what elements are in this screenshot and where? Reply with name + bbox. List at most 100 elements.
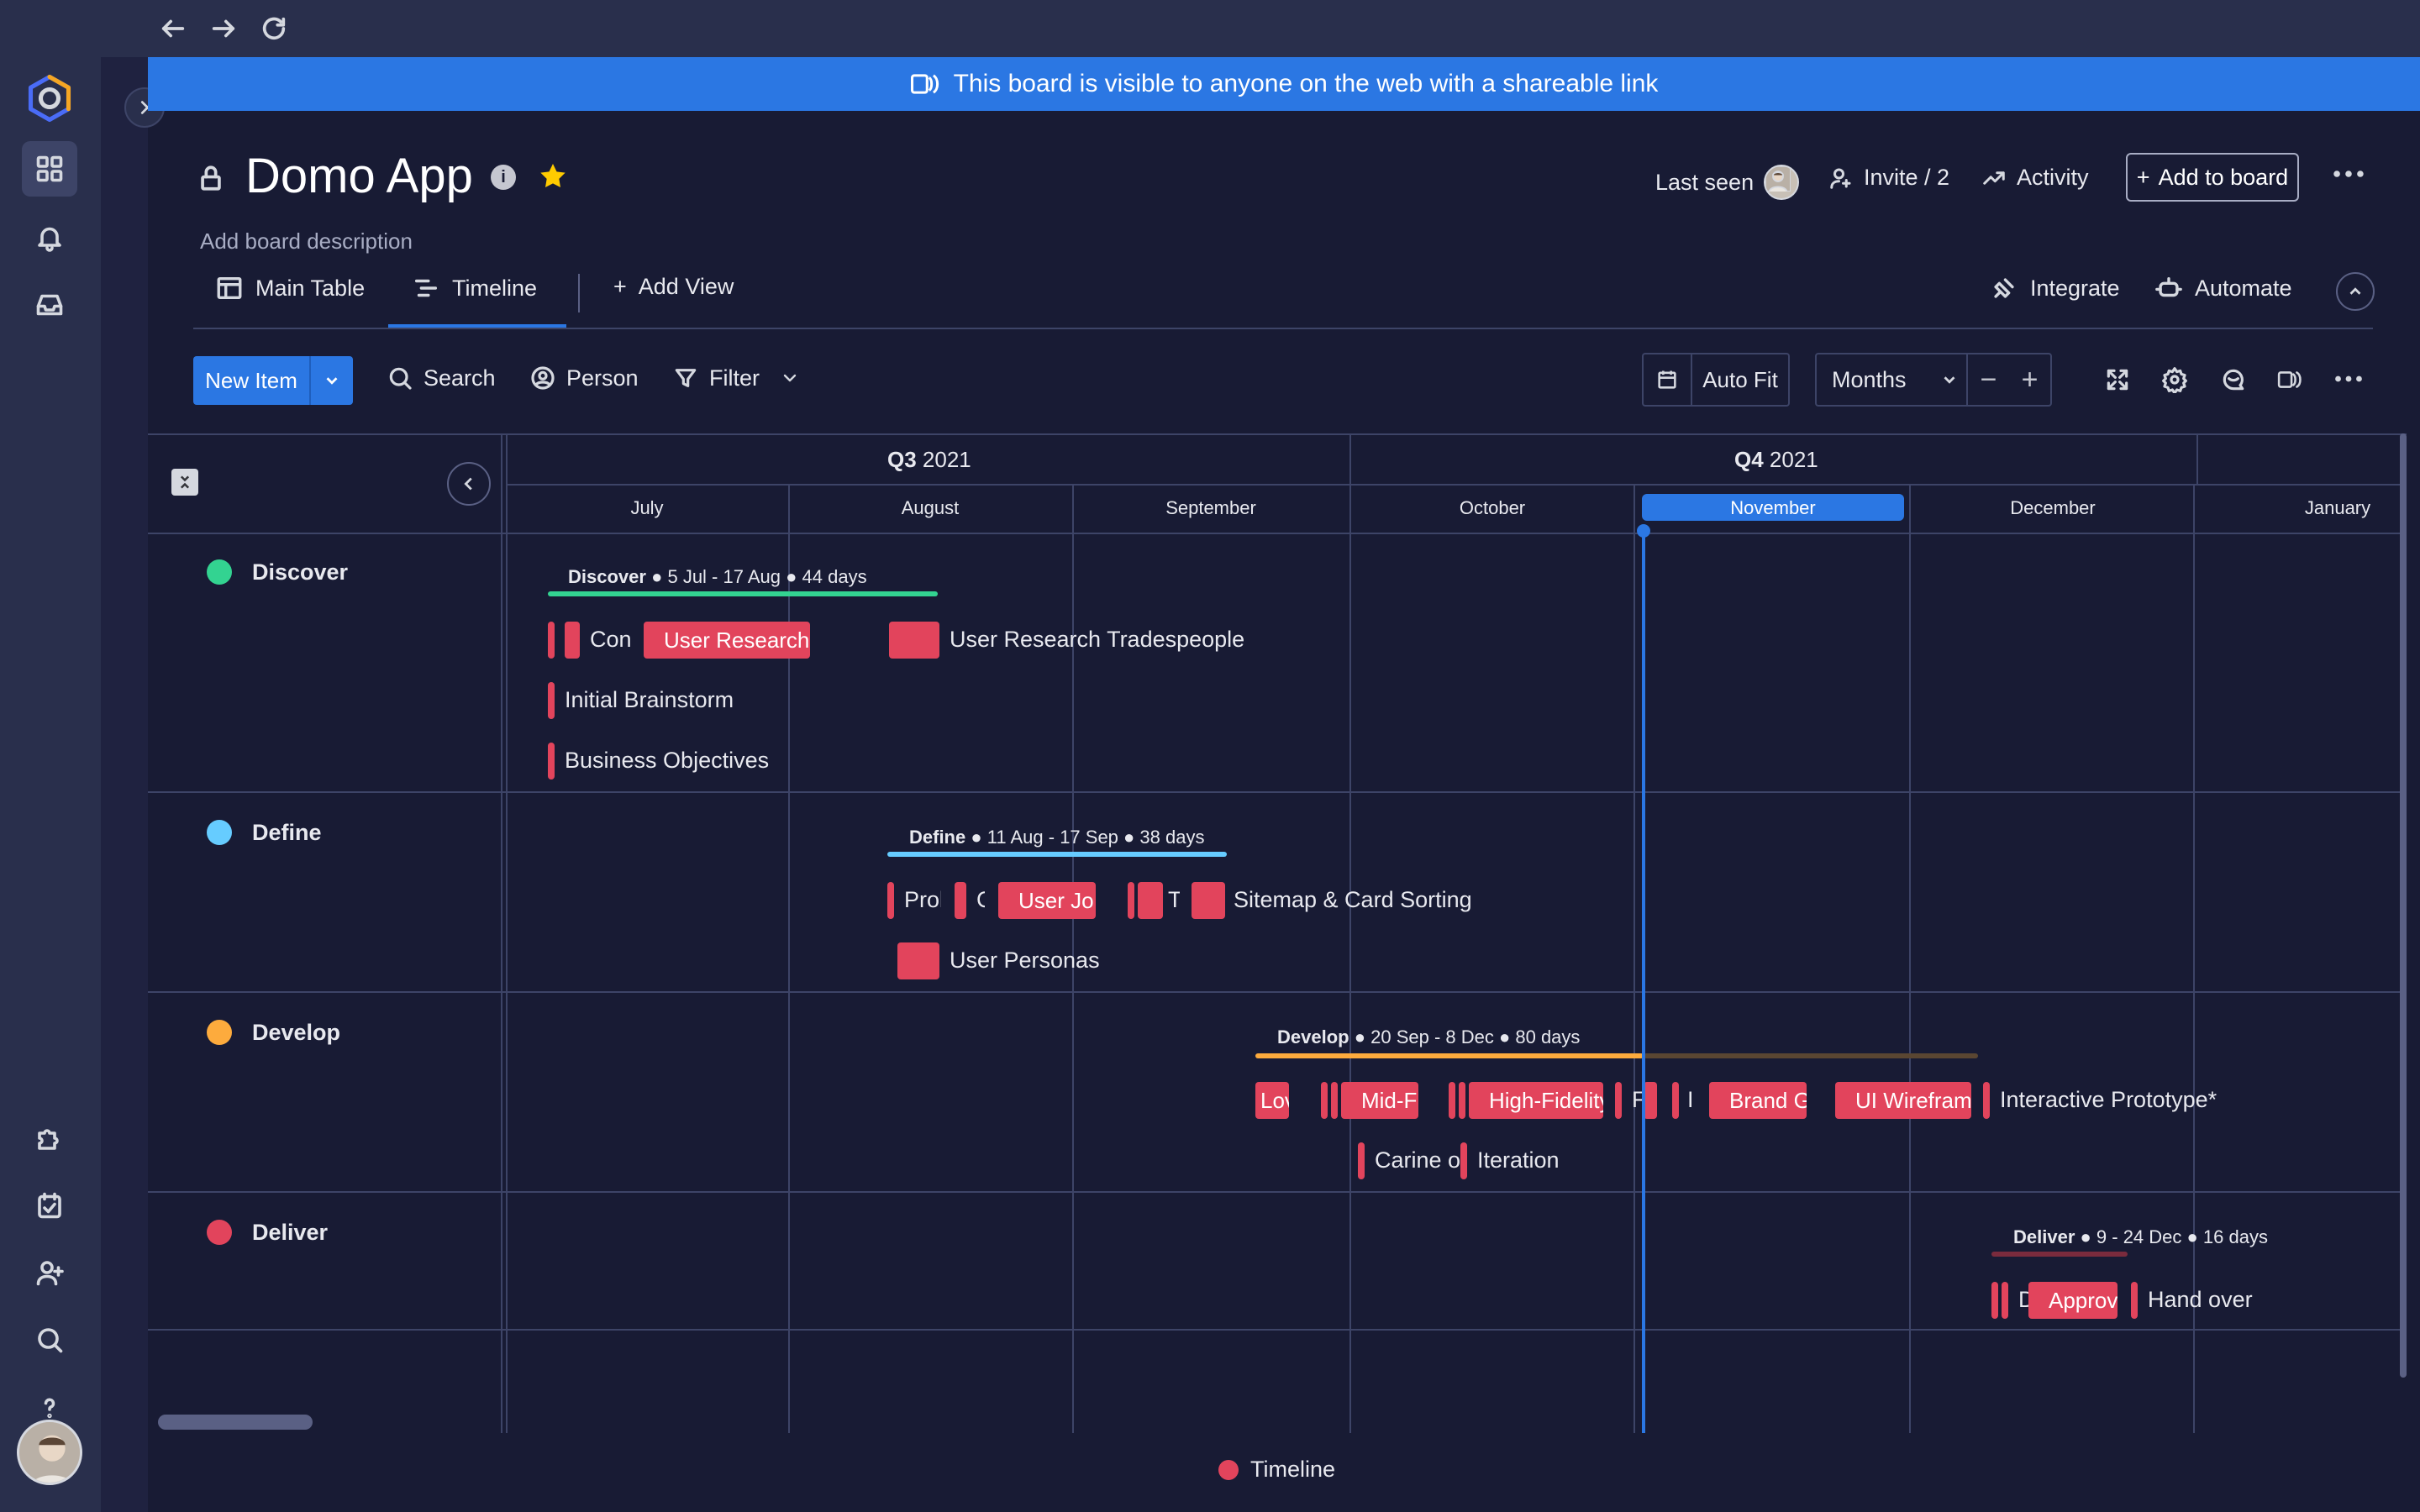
timeline-item-bar[interactable] xyxy=(1449,1082,1455,1119)
timeline-item-bar[interactable]: High-Fidelity xyxy=(1469,1082,1603,1119)
timeline-item-bar[interactable] xyxy=(548,622,555,659)
tab-main-table[interactable]: Main Table xyxy=(215,274,365,302)
integrate-button[interactable]: Integrate xyxy=(1990,274,2120,302)
invite-button[interactable]: Invite / 2 xyxy=(1828,165,1949,191)
new-item-button[interactable]: New Item xyxy=(193,356,353,405)
toolbar-more-icon[interactable] xyxy=(2334,373,2363,389)
search-button[interactable]: Search xyxy=(387,365,496,391)
collapse-header-button[interactable] xyxy=(2336,272,2375,311)
zoom-level-select[interactable]: Months xyxy=(1817,354,1968,405)
timeline-item-bar[interactable] xyxy=(1644,1082,1657,1119)
more-options-icon[interactable] xyxy=(2333,168,2365,184)
timeline-item-label[interactable]: Prol xyxy=(904,887,941,913)
timeline-item-bar[interactable] xyxy=(889,622,939,659)
timeline-item-label[interactable]: Hand over xyxy=(2148,1287,2253,1313)
timeline-item-bar[interactable] xyxy=(1983,1082,1990,1119)
timeline-item-bar[interactable] xyxy=(1192,882,1225,919)
timeline-item-bar[interactable] xyxy=(897,942,939,979)
back-arrow-icon[interactable] xyxy=(156,12,190,45)
person-filter-button[interactable]: Person xyxy=(529,365,639,391)
group-name-define[interactable]: Define xyxy=(252,820,322,846)
timeline-item-bar[interactable]: Mid-Fi xyxy=(1341,1082,1418,1119)
timeline-item-bar[interactable] xyxy=(548,743,555,780)
horizontal-scrollbar[interactable] xyxy=(158,1415,313,1430)
reload-icon[interactable] xyxy=(257,12,291,45)
group-name-develop[interactable]: Develop xyxy=(252,1020,340,1046)
timeline-item-bar[interactable] xyxy=(1138,882,1163,919)
timeline-item-bar[interactable]: User Research Homeo xyxy=(644,622,810,659)
last-seen[interactable]: Last seen xyxy=(1655,165,1800,200)
auto-fit-label[interactable]: Auto Fit xyxy=(1692,354,1788,405)
group-name-discover[interactable]: Discover xyxy=(252,559,348,585)
automate-button[interactable]: Automate xyxy=(2154,274,2292,302)
new-item-dropdown[interactable] xyxy=(311,356,353,405)
timeline-item-label: UI Wirefram xyxy=(1855,1087,1971,1113)
auto-fit-button[interactable]: Auto Fit xyxy=(1642,353,1790,407)
timeline-item-label[interactable]: I xyxy=(1687,1087,1696,1113)
my-work-calendar-icon[interactable] xyxy=(22,1178,77,1233)
vertical-scrollbar[interactable] xyxy=(2400,433,2407,1378)
timeline-item-bar[interactable] xyxy=(1991,1282,1998,1319)
timeline-item-bar[interactable] xyxy=(1331,1082,1338,1119)
calendar-icon[interactable] xyxy=(1644,354,1692,405)
info-icon[interactable]: i xyxy=(491,165,516,190)
timeline-item-bar[interactable] xyxy=(1358,1142,1365,1179)
timeline-item-label[interactable]: Interactive Prototype* xyxy=(2000,1087,2217,1113)
timeline-item-bar[interactable]: Brand G xyxy=(1709,1082,1807,1119)
zoom-out-button[interactable]: − xyxy=(1968,354,2009,405)
timeline-item-bar[interactable] xyxy=(1672,1082,1679,1119)
search-icon[interactable] xyxy=(22,1312,77,1368)
add-view-button[interactable]: + Add View xyxy=(613,274,734,300)
zoom-in-button[interactable]: + xyxy=(2009,354,2050,405)
chat-icon[interactable] xyxy=(2217,363,2250,396)
workspace-grid-icon[interactable] xyxy=(22,141,77,197)
timeline-item-bar[interactable]: Approv xyxy=(2028,1282,2118,1319)
inbox-icon[interactable] xyxy=(22,277,77,333)
timeline-item-bar[interactable] xyxy=(548,682,555,719)
fullscreen-icon[interactable] xyxy=(2101,363,2134,396)
timeline-item-bar[interactable] xyxy=(1321,1082,1328,1119)
filter-button[interactable]: Filter xyxy=(672,365,800,391)
activity-button[interactable]: Activity xyxy=(1981,165,2089,191)
forward-arrow-icon[interactable] xyxy=(207,12,240,45)
timeline-item-bar[interactable] xyxy=(955,882,966,919)
timeline-item-label[interactable]: Initial Brainstorm xyxy=(565,687,734,713)
timeline-item-label[interactable]: T xyxy=(1168,887,1180,913)
timeline-item-label[interactable]: C xyxy=(976,887,985,913)
timeline-item-bar[interactable]: UI Wirefram xyxy=(1835,1082,1971,1119)
board-description[interactable]: Add board description xyxy=(200,228,413,255)
timeline-item-bar[interactable]: Lov xyxy=(1255,1082,1289,1119)
timeline-item-bar[interactable] xyxy=(1460,1142,1467,1179)
chevron-down-icon[interactable] xyxy=(780,368,800,388)
settings-gear-icon[interactable] xyxy=(2158,363,2191,396)
timeline-item-label[interactable]: User Research Tradespeople xyxy=(950,627,1244,653)
group-name-deliver[interactable]: Deliver xyxy=(252,1220,328,1246)
timeline-item-bar[interactable] xyxy=(2002,1282,2008,1319)
timeline-item-bar[interactable] xyxy=(1459,1082,1465,1119)
timeline-item-label[interactable]: Sitemap & Card Sorting xyxy=(1234,887,1472,913)
timeline-item-bar[interactable]: User Jo xyxy=(998,882,1096,919)
puzzle-icon[interactable] xyxy=(22,1110,77,1166)
tab-timeline[interactable]: Timeline xyxy=(412,274,537,302)
share-icon[interactable] xyxy=(2274,363,2307,396)
favorite-star-icon[interactable] xyxy=(536,160,570,197)
timeline-item-bar[interactable] xyxy=(2131,1282,2138,1319)
timeline-item-label[interactable]: Business Objectives xyxy=(565,748,769,774)
invite-member-icon[interactable] xyxy=(22,1245,77,1300)
board-title[interactable]: Domo App xyxy=(245,148,473,204)
timeline-item-bar[interactable] xyxy=(1615,1082,1622,1119)
collapse-all-button[interactable] xyxy=(171,469,198,496)
timeline-item-label[interactable]: Iteration xyxy=(1477,1147,1560,1173)
timeline-item-bar[interactable] xyxy=(887,882,894,919)
timeline-item-bar[interactable] xyxy=(565,622,580,659)
timeline-item-label[interactable]: Carine o xyxy=(1375,1147,1460,1173)
add-to-board-button[interactable]: + Add to board xyxy=(2126,153,2299,202)
new-item-label[interactable]: New Item xyxy=(193,356,311,405)
user-avatar[interactable] xyxy=(17,1420,82,1485)
timeline-item-label[interactable]: Con xyxy=(590,627,632,653)
app-logo-icon[interactable] xyxy=(22,71,77,126)
collapse-group-panel-button[interactable] xyxy=(447,462,491,506)
timeline-item-label[interactable]: User Personas xyxy=(950,948,1100,974)
bell-icon[interactable] xyxy=(22,210,77,265)
timeline-item-bar[interactable] xyxy=(1128,882,1134,919)
